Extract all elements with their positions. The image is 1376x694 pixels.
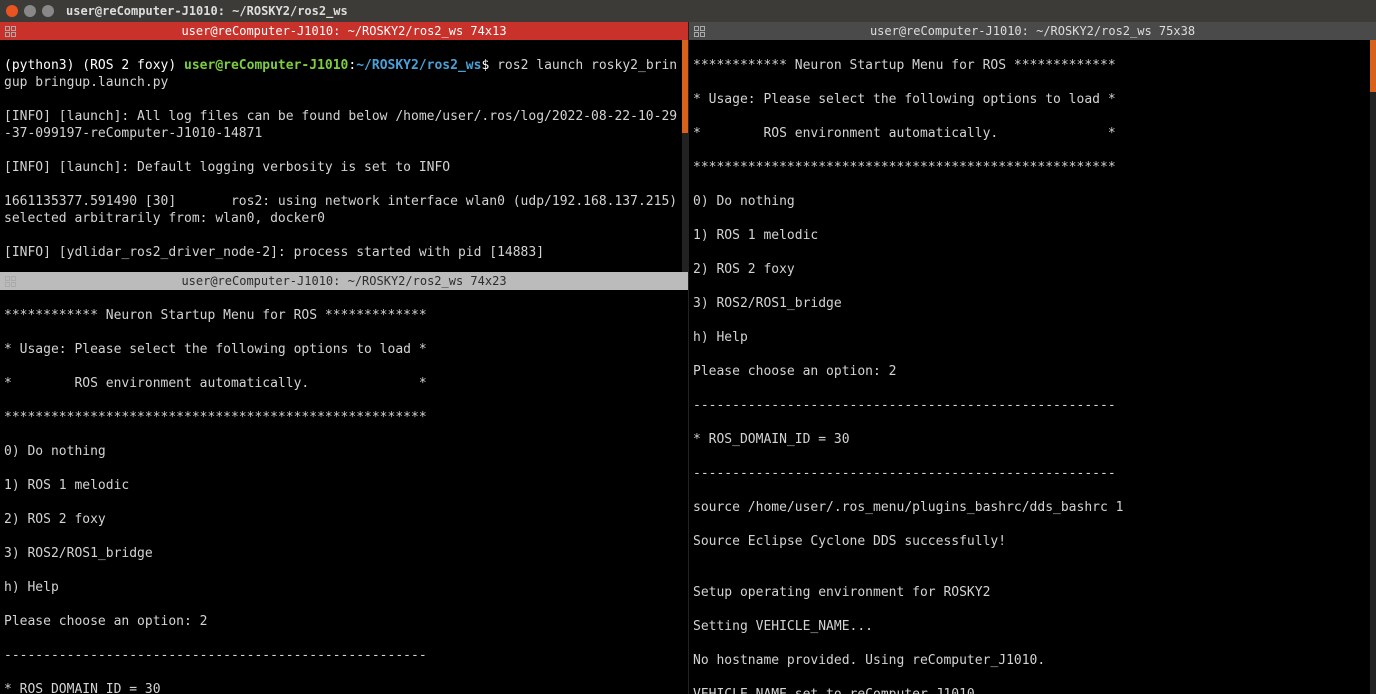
log-line: 0) Do nothing	[4, 443, 684, 460]
log-line: * ROS_DOMAIN_ID = 30	[4, 681, 684, 694]
left-column: user@reComputer-J1010: ~/ROSKY2/ros2_ws …	[0, 22, 688, 694]
log-line: [INFO] [ydlidar_ros2_driver_node-2]: pro…	[4, 244, 684, 261]
prompt-userhost: user@reComputer-J1010	[184, 58, 348, 73]
prompt-dollar: $	[481, 58, 497, 73]
prompt-env: (python3) (ROS 2 foxy)	[4, 58, 184, 73]
layout-icon	[4, 275, 18, 287]
log-line: 2) ROS 2 foxy	[4, 511, 684, 528]
window-titlebar: user@reComputer-J1010: ~/ROSKY2/ros2_ws	[0, 0, 1376, 22]
terminal-workspace: user@reComputer-J1010: ~/ROSKY2/ros2_ws …	[0, 22, 1376, 694]
log-line: 0) Do nothing	[693, 193, 1372, 210]
layout-icon	[693, 25, 707, 37]
log-line: source /home/user/.ros_menu/plugins_bash…	[693, 499, 1372, 516]
pane-right[interactable]: user@reComputer-J1010: ~/ROSKY2/ros2_ws …	[688, 22, 1376, 694]
terminal-output[interactable]: (python3) (ROS 2 foxy) user@reComputer-J…	[0, 40, 688, 272]
minimize-icon[interactable]	[24, 5, 36, 17]
prompt-path: ~/ROSKY2/ros2_ws	[356, 58, 481, 73]
log-line: Setting VEHICLE_NAME...	[693, 618, 1372, 635]
log-line: * ROS_DOMAIN_ID = 30	[693, 431, 1372, 448]
window-title: user@reComputer-J1010: ~/ROSKY2/ros2_ws	[66, 4, 348, 18]
log-line: * ROS environment automatically. *	[693, 125, 1372, 142]
pane-titlebar[interactable]: user@reComputer-J1010: ~/ROSKY2/ros2_ws …	[0, 272, 688, 290]
pane-titlebar[interactable]: user@reComputer-J1010: ~/ROSKY2/ros2_ws …	[0, 22, 688, 40]
log-line: 3) ROS2/ROS1_bridge	[693, 295, 1372, 312]
log-line: * Usage: Please select the following opt…	[4, 341, 684, 358]
log-line: Please choose an option: 2	[4, 613, 684, 630]
log-line: ----------------------------------------…	[693, 465, 1372, 482]
scroll-thumb[interactable]	[1370, 40, 1376, 92]
log-line: [INFO] [launch]: Default logging verbosi…	[4, 159, 684, 176]
layout-icon	[4, 25, 18, 37]
log-line: 3) ROS2/ROS1_bridge	[4, 545, 684, 562]
log-line: ************ Neuron Startup Menu for ROS…	[4, 307, 684, 324]
close-icon[interactable]	[6, 5, 18, 17]
log-line: [INFO] [launch]: All log files can be fo…	[4, 108, 684, 142]
log-line: ****************************************…	[4, 409, 684, 426]
log-line: ****************************************…	[693, 159, 1372, 176]
terminal-output[interactable]: ************ Neuron Startup Menu for ROS…	[0, 290, 688, 694]
log-line: Please choose an option: 2	[693, 363, 1372, 380]
maximize-icon[interactable]	[42, 5, 54, 17]
log-line: No hostname provided. Using reComputer_J…	[693, 652, 1372, 669]
log-line: 1661135377.591490 [30] ros2: using netwo…	[4, 193, 684, 227]
scrollbar[interactable]	[682, 40, 688, 272]
log-line: h) Help	[4, 579, 684, 596]
scrollbar[interactable]	[1370, 40, 1376, 694]
log-line: Setup operating environment for ROSKY2	[693, 584, 1372, 601]
log-line: h) Help	[693, 329, 1372, 346]
log-line: 1) ROS 1 melodic	[693, 227, 1372, 244]
pane-titlebar[interactable]: user@reComputer-J1010: ~/ROSKY2/ros2_ws …	[689, 22, 1376, 40]
log-line: ----------------------------------------…	[693, 397, 1372, 414]
log-line: * ROS environment automatically. *	[4, 375, 684, 392]
log-line: VEHICLE_NAME set to reComputer_J1010	[693, 686, 1372, 694]
log-line: 2) ROS 2 foxy	[693, 261, 1372, 278]
log-line: 1) ROS 1 melodic	[4, 477, 684, 494]
scroll-thumb[interactable]	[682, 40, 688, 133]
log-line: ************ Neuron Startup Menu for ROS…	[693, 57, 1372, 74]
log-line: ----------------------------------------…	[4, 647, 684, 664]
pane-left-bottom[interactable]: user@reComputer-J1010: ~/ROSKY2/ros2_ws …	[0, 272, 688, 694]
pane-title: user@reComputer-J1010: ~/ROSKY2/ros2_ws …	[181, 24, 506, 38]
pane-title: user@reComputer-J1010: ~/ROSKY2/ros2_ws …	[870, 24, 1195, 38]
pane-title: user@reComputer-J1010: ~/ROSKY2/ros2_ws …	[181, 274, 506, 288]
log-line: * Usage: Please select the following opt…	[693, 91, 1372, 108]
pane-left-top[interactable]: user@reComputer-J1010: ~/ROSKY2/ros2_ws …	[0, 22, 688, 272]
log-line: Source Eclipse Cyclone DDS successfully!	[693, 533, 1372, 550]
terminal-output[interactable]: ************ Neuron Startup Menu for ROS…	[689, 40, 1376, 694]
